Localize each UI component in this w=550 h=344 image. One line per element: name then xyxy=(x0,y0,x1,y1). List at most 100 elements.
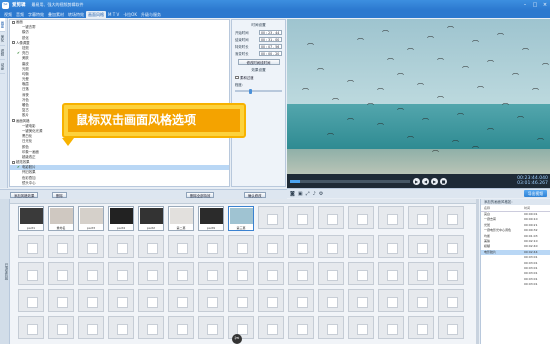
empty-clip-slot[interactable] xyxy=(348,206,374,229)
timeline-clip[interactable]: 第二幕 xyxy=(168,206,194,231)
volume-icon[interactable]: ♪ xyxy=(313,191,316,197)
empty-clip-slot[interactable] xyxy=(168,289,194,312)
tab-5[interactable]: 画面风格 xyxy=(86,11,106,18)
empty-clip-slot[interactable] xyxy=(318,316,344,339)
empty-clip-slot[interactable] xyxy=(78,289,104,312)
empty-clip-slot[interactable] xyxy=(438,235,464,258)
empty-clip-slot[interactable] xyxy=(48,316,74,339)
tab-0[interactable]: 视频 xyxy=(2,11,14,18)
empty-clip-slot[interactable] xyxy=(348,316,374,339)
empty-clip-slot[interactable] xyxy=(438,262,464,285)
empty-clip-slot[interactable] xyxy=(168,262,194,285)
fade-field[interactable]: 00 : 00 . 20 xyxy=(259,51,282,56)
group-toggle-icon[interactable] xyxy=(12,41,15,45)
playback-progress[interactable] xyxy=(290,179,410,183)
empty-clip-slot[interactable] xyxy=(138,235,164,258)
empty-clip-slot[interactable] xyxy=(198,235,224,258)
empty-clip-slot[interactable] xyxy=(288,316,314,339)
confirm-button[interactable]: 确认修改 xyxy=(244,192,266,198)
tab-6[interactable]: M T V xyxy=(106,11,121,18)
empty-clip-slot[interactable] xyxy=(348,235,374,258)
tab-4[interactable]: 转场特效 xyxy=(66,11,86,18)
empty-clip-slot[interactable] xyxy=(138,289,164,312)
empty-clip-slot[interactable] xyxy=(108,235,134,258)
tree-item[interactable]: 模糊 xyxy=(10,186,229,187)
duration-field[interactable]: 00 : 07 . 56 xyxy=(259,44,282,49)
delete-button[interactable]: 删除 xyxy=(52,192,67,198)
timeline[interactable]: part1 重命名 part3 part4 part2 第二幕 part9 第三幕 xyxy=(10,199,478,344)
camera-icon[interactable]: ◙ xyxy=(290,191,295,197)
empty-clip-slot[interactable] xyxy=(258,235,284,258)
empty-clip-slot[interactable] xyxy=(318,289,344,312)
empty-clip-slot[interactable] xyxy=(108,289,134,312)
group-toggle-icon[interactable] xyxy=(12,160,15,164)
settings-icon[interactable]: ⚙ xyxy=(319,191,323,197)
scissors-icon[interactable]: ✂ xyxy=(232,334,242,344)
side-tab-3[interactable]: 动景 xyxy=(0,60,5,74)
empty-clip-slot[interactable] xyxy=(408,316,434,339)
tab-7[interactable]: 卡拉OK xyxy=(121,11,139,18)
empty-clip-slot[interactable] xyxy=(228,262,254,285)
empty-clip-slot[interactable] xyxy=(378,316,404,339)
timeline-clip[interactable]: part1 xyxy=(18,206,44,231)
empty-clip-slot[interactable] xyxy=(378,206,404,229)
empty-clip-slot[interactable] xyxy=(108,262,134,285)
empty-clip-slot[interactable] xyxy=(138,262,164,285)
empty-clip-slot[interactable] xyxy=(198,262,224,285)
group-toggle-icon[interactable] xyxy=(12,119,15,123)
timeline-ruler[interactable] xyxy=(10,199,478,204)
minimize-button[interactable]: – xyxy=(520,2,530,8)
close-button[interactable]: × xyxy=(540,2,550,8)
timeline-scrollbar[interactable] xyxy=(476,199,479,344)
empty-clip-slot[interactable] xyxy=(408,289,434,312)
empty-clip-slot[interactable] xyxy=(198,289,224,312)
add-style-button[interactable]: 添加风格效果 xyxy=(10,192,39,198)
empty-clip-slot[interactable] xyxy=(258,289,284,312)
side-tab-2[interactable]: 滤镜 xyxy=(0,46,5,60)
empty-clip-slot[interactable] xyxy=(78,316,104,339)
side-tab-0[interactable]: 画面 xyxy=(0,18,5,32)
empty-clip-slot[interactable] xyxy=(138,316,164,339)
next-frame-icon[interactable]: ▶ xyxy=(431,177,438,185)
tab-2[interactable]: 字幕特效 xyxy=(26,11,46,18)
slider-knob[interactable] xyxy=(249,88,252,94)
empty-clip-slot[interactable] xyxy=(258,262,284,285)
delete-all-button[interactable]: 删除全部特效 xyxy=(186,192,215,198)
tab-8[interactable]: 升级与服务 xyxy=(139,11,163,18)
empty-clip-slot[interactable] xyxy=(78,262,104,285)
soft-transition-checkbox[interactable]: 柔和过渡 xyxy=(235,75,282,80)
side-tab-1[interactable]: 美化 xyxy=(0,32,5,46)
empty-clip-slot[interactable] xyxy=(408,262,434,285)
empty-clip-slot[interactable] xyxy=(348,289,374,312)
empty-clip-slot[interactable] xyxy=(78,235,104,258)
empty-clip-slot[interactable] xyxy=(18,235,44,258)
stop-icon[interactable]: ■ xyxy=(440,177,447,185)
tab-1[interactable]: 音频 xyxy=(14,11,26,18)
empty-clip-slot[interactable] xyxy=(318,206,344,229)
empty-clip-slot[interactable] xyxy=(258,316,284,339)
empty-clip-slot[interactable] xyxy=(18,316,44,339)
empty-clip-slot[interactable] xyxy=(318,262,344,285)
maximize-button[interactable]: □ xyxy=(530,2,540,8)
timeline-clip[interactable]: part3 xyxy=(78,206,104,231)
play-icon[interactable]: ▶ xyxy=(413,177,420,185)
start-time-field[interactable]: 00 : 23 . 44 xyxy=(259,30,282,35)
empty-clip-slot[interactable] xyxy=(408,206,434,229)
empty-clip-slot[interactable] xyxy=(48,289,74,312)
timeline-clip[interactable]: 重命名 xyxy=(48,206,74,231)
empty-clip-slot[interactable] xyxy=(228,289,254,312)
empty-clip-slot[interactable] xyxy=(348,262,374,285)
timeline-clip[interactable]: part9 xyxy=(198,206,224,231)
empty-clip-slot[interactable] xyxy=(408,235,434,258)
prev-frame-icon[interactable]: ◀ xyxy=(422,177,429,185)
empty-clip-slot[interactable] xyxy=(48,235,74,258)
export-video-button[interactable]: 导出视频 xyxy=(523,190,547,197)
video-preview[interactable]: ⌒ ⌒ ⌒ ⌒ ⌒ ⌒ ⌒ ⌒ ⌒ ⌒ ⌒ ⌒ ⌒ ⌒ ⌒ ⌒ ⌒ ⌒ ⌒ ⌒ ⌒ ⌒ ⌒ ⌒ ⌒ ⌒ ⌒ ⌒ ⌒ ⌒ ⌒ ⌒ ⌒ ⌒ ⌒ ⌒ ⌒ ⌒ ⌒ ⌒ xyxy=(287,19,550,174)
empty-clip-slot[interactable] xyxy=(258,206,284,229)
empty-clip-slot[interactable] xyxy=(108,316,134,339)
tab-3[interactable]: 叠加素材 xyxy=(46,11,66,18)
empty-clip-slot[interactable] xyxy=(168,316,194,339)
folder-icon[interactable]: ▣ xyxy=(298,191,303,197)
empty-clip-slot[interactable] xyxy=(48,262,74,285)
degree-slider[interactable] xyxy=(235,88,282,94)
